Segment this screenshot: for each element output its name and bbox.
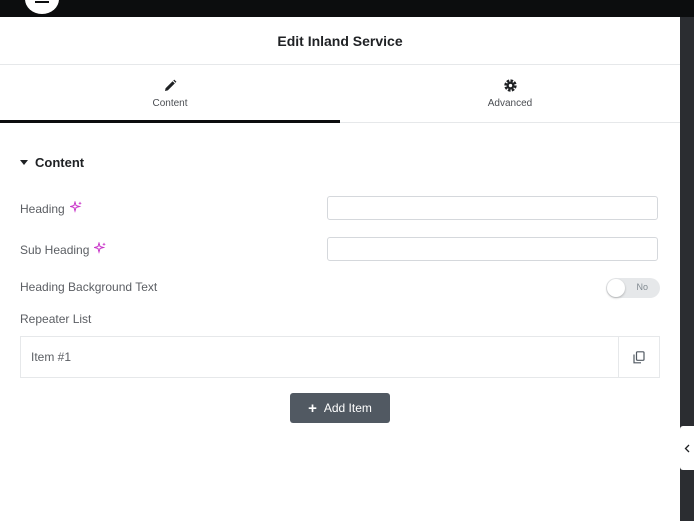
repeater-list-label: Repeater List: [20, 312, 91, 326]
heading-input[interactable]: [327, 196, 658, 220]
panel-header: Edit Inland Service: [0, 17, 680, 65]
sub-heading-input[interactable]: [327, 237, 658, 261]
panel-title: Edit Inland Service: [277, 32, 403, 49]
tab-content[interactable]: Content: [0, 65, 340, 123]
tab-advanced[interactable]: Advanced: [340, 65, 680, 122]
section-title: Content: [35, 155, 85, 170]
repeater-list-label-text: Repeater List: [20, 312, 92, 326]
app-logo[interactable]: [25, 0, 59, 14]
chevron-left-icon: [684, 444, 690, 452]
panel-tabs: Content Advanced: [0, 65, 680, 123]
content-section-toggle[interactable]: Content: [20, 155, 84, 170]
tab-advanced-label: Advanced: [487, 98, 533, 109]
heading-background-text-label-text: Heading Background Text: [20, 280, 158, 294]
editor-panel: Edit Inland Service Content Advanced Con…: [0, 17, 680, 521]
collapse-panel-button[interactable]: [680, 426, 694, 470]
heading-label: Heading: [20, 200, 82, 216]
tab-content-label: Content: [152, 97, 188, 109]
repeater-item: Item #1: [20, 336, 660, 378]
caret-down-icon: [20, 160, 28, 165]
ai-sparkle-icon[interactable]: [68, 200, 82, 216]
heading-background-text-label: Heading Background Text: [20, 280, 157, 294]
toggle-state-text: No: [636, 282, 648, 292]
ai-sparkle-icon[interactable]: [93, 241, 107, 257]
heading-label-text: Heading: [20, 201, 65, 216]
sub-heading-label: Sub Heading: [20, 241, 107, 257]
add-item-label: Add Item: [323, 401, 372, 415]
duplicate-item-button[interactable]: [618, 337, 659, 377]
sub-heading-label-text: Sub Heading: [20, 242, 90, 257]
toggle-knob: [607, 279, 625, 297]
plus-icon: +: [308, 399, 317, 417]
gear-icon: [503, 79, 517, 92]
heading-background-text-toggle[interactable]: No: [606, 278, 660, 298]
repeater-item-title[interactable]: Item #1: [21, 337, 618, 377]
pencil-icon: [165, 79, 177, 91]
copy-icon: [633, 350, 645, 363]
top-bar: [0, 0, 694, 17]
add-item-button[interactable]: + Add Item: [290, 393, 390, 423]
